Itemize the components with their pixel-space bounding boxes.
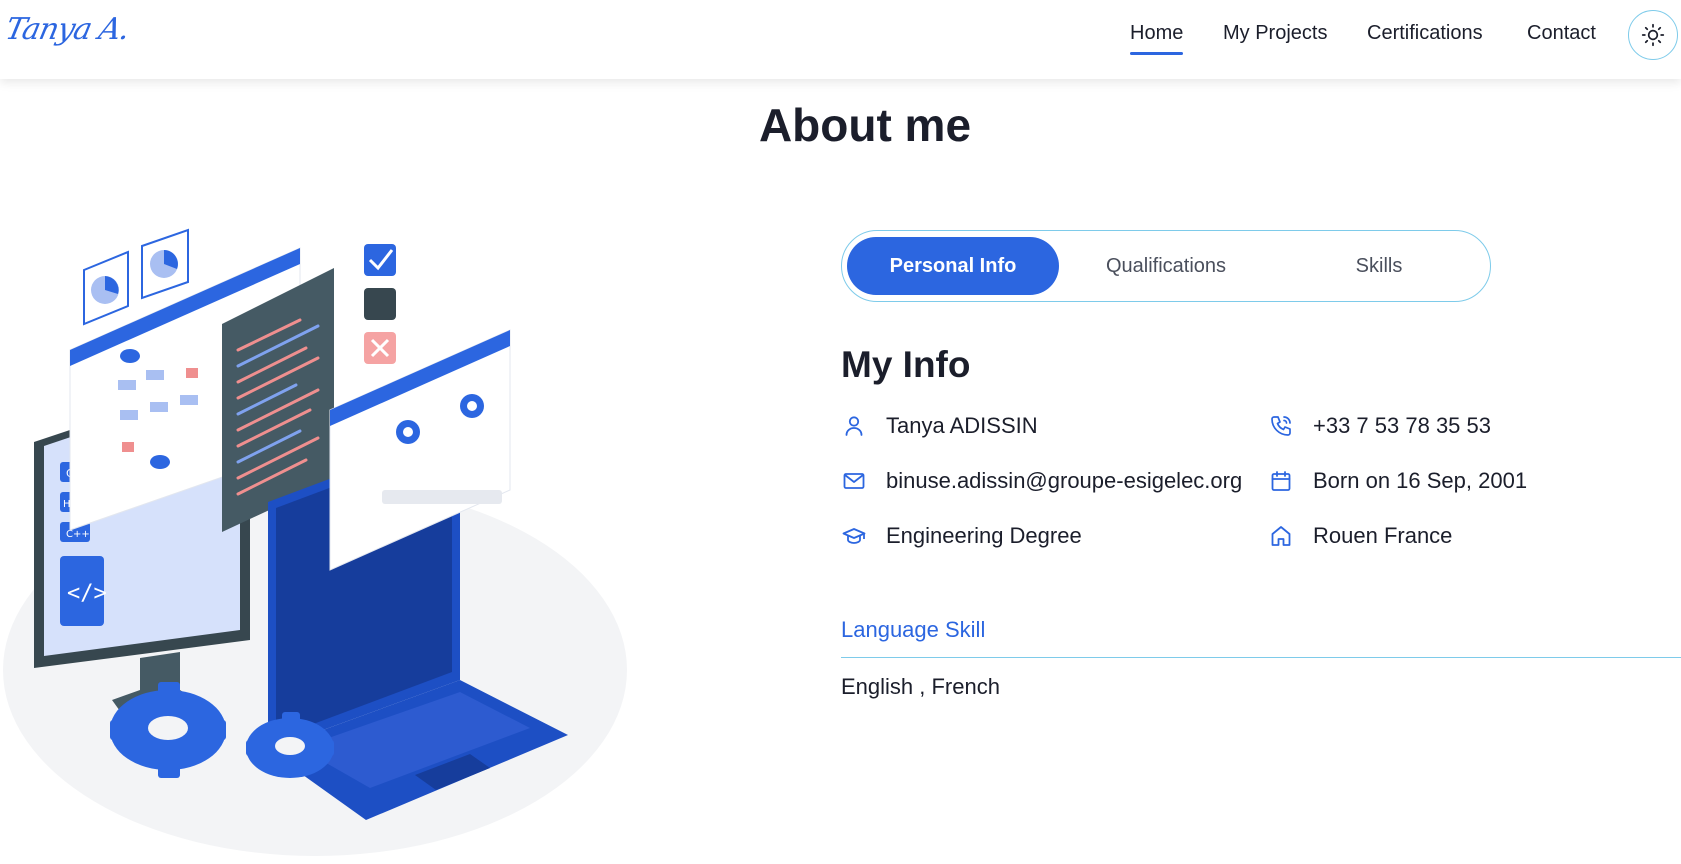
info-location-value: Rouen France: [1313, 523, 1453, 548]
language-skill-title: Language Skill: [841, 617, 986, 642]
language-skill-value: English , French: [841, 674, 1000, 699]
phone-icon: [1268, 413, 1294, 439]
mail-icon: [841, 468, 867, 494]
logo[interactable]: Tanya A.: [2, 12, 132, 47]
info-birthdate-value: Born on 16 Sep, 2001: [1313, 468, 1528, 493]
nav-link-contact[interactable]: Contact: [1527, 22, 1596, 45]
info-email: binuse.adissin@groupe-esigelec.org: [841, 466, 1242, 496]
info-name: Tanya ADISSIN: [841, 411, 1038, 441]
nav-link-home[interactable]: Home: [1130, 22, 1184, 55]
navbar: Tanya A. Home My Projects Certifications…: [0, 0, 1681, 79]
calendar-icon: [1268, 468, 1294, 494]
section-title: My Info: [841, 344, 971, 385]
tab-qualifications[interactable]: Qualifications: [1060, 237, 1272, 295]
info-phone-value: +33 7 53 78 35 53: [1313, 413, 1491, 438]
info-degree: Engineering Degree: [841, 521, 1082, 551]
info-phone: +33 7 53 78 35 53: [1268, 411, 1491, 441]
home-icon: [1268, 523, 1294, 549]
svg-text:</>: </>: [67, 581, 107, 606]
graduation-cap-icon: [841, 523, 867, 549]
language-divider: [841, 657, 1681, 658]
nav-link-my-projects[interactable]: My Projects: [1223, 22, 1327, 45]
theme-toggle-button[interactable]: [1628, 10, 1678, 60]
user-icon: [841, 413, 867, 439]
info-email-value: binuse.adissin@groupe-esigelec.org: [886, 468, 1243, 493]
nav-link-certifications[interactable]: Certifications: [1367, 22, 1483, 45]
tab-personal-info[interactable]: Personal Info: [847, 237, 1059, 295]
sun-icon: [1641, 23, 1665, 47]
info-name-value: Tanya ADISSIN: [886, 413, 1038, 438]
developer-illustration: CSS HTML C++ </>: [3, 228, 627, 856]
info-degree-value: Engineering Degree: [886, 523, 1082, 548]
about-tabs: Personal Info Qualifications Skills: [841, 230, 1491, 302]
info-location: Rouen France: [1268, 521, 1452, 551]
tab-skills[interactable]: Skills: [1273, 237, 1485, 295]
page-title: About me: [758, 99, 972, 151]
info-birthdate: Born on 16 Sep, 2001: [1268, 466, 1527, 496]
